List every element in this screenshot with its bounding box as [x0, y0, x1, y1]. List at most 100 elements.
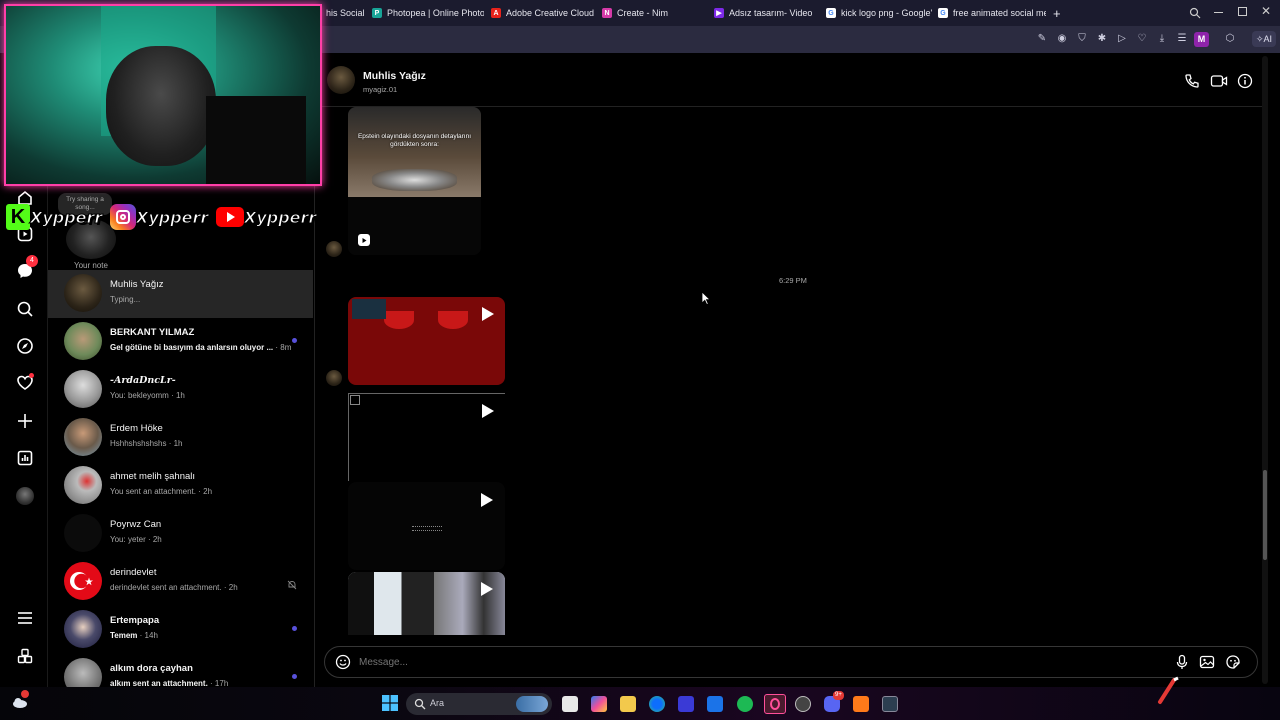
minimize-icon[interactable]	[1214, 12, 1223, 13]
mail-icon[interactable]	[707, 696, 723, 712]
shared-reel[interactable]: Epstein olayındaki dosyanın detaylarını …	[348, 107, 481, 255]
video-content	[384, 311, 414, 329]
edge-icon[interactable]	[649, 696, 665, 712]
store-icon[interactable]	[678, 696, 694, 712]
browser-tab-photopea[interactable]: P Photopea | Online Photo E	[372, 4, 484, 22]
google-icon: G	[938, 8, 948, 18]
avatar	[64, 418, 102, 456]
also-from-meta-icon[interactable]	[16, 647, 34, 665]
video-message[interactable]	[348, 482, 505, 570]
folder-icon[interactable]	[620, 696, 636, 712]
conversation-item[interactable]: Erdem Höke Hshhshshshshs · 1h	[48, 414, 313, 462]
scrollbar-thumb[interactable]	[1263, 470, 1267, 560]
instagram-handle: Xypperr	[110, 203, 209, 231]
reel-image	[372, 169, 457, 191]
download-icon[interactable]: ⤓	[1156, 33, 1168, 45]
adobe-icon: A	[491, 8, 501, 18]
browser-tab-google-social[interactable]: G free animated social media	[938, 4, 1046, 22]
taskbar-search-box[interactable]: Ara	[406, 693, 552, 715]
conversation-preview: You: yeter · 2h	[110, 535, 162, 544]
sender-avatar	[326, 370, 342, 386]
video-message[interactable]	[348, 572, 505, 635]
conversation-preview: Temem · 14h	[110, 631, 158, 640]
conversation-name: ahmet melih şahnalı	[110, 471, 196, 482]
discord-icon[interactable]: 9+	[824, 691, 844, 712]
contact-name[interactable]: Muhlis Yağız	[363, 70, 426, 82]
youtube-username: Xypperr	[243, 207, 317, 227]
close-window-icon[interactable]: ✕	[1261, 5, 1273, 17]
explore-icon[interactable]	[16, 337, 34, 355]
file-explorer-icon[interactable]	[562, 696, 578, 712]
video-message[interactable]	[348, 297, 505, 385]
emoji-icon[interactable]	[335, 654, 351, 670]
conversation-item[interactable]: BERKANT YILMAZ Gel götüne bi basıyım da …	[48, 318, 313, 366]
search-tabs-icon[interactable]	[1189, 6, 1201, 19]
microphone-icon[interactable]	[1175, 654, 1189, 670]
video-message[interactable]	[348, 393, 505, 481]
heart-icon[interactable]	[16, 373, 34, 392]
windows-start-icon[interactable]	[382, 695, 398, 711]
ai-button[interactable]: ✧AI	[1252, 31, 1276, 47]
discord-badge: 9+	[833, 691, 844, 700]
conversation-item[interactable]: Poyrwz Can You: yeter · 2h	[48, 510, 313, 558]
conversation-item[interactable]: derindevlet derindevlet sent an attachme…	[48, 558, 313, 606]
conversation-item[interactable]: -ArdaDncLr- You: bekleyomm · 1h	[48, 366, 313, 414]
edit-icon[interactable]: ✎	[1036, 33, 1048, 45]
shield-icon[interactable]: ⛉	[1076, 33, 1088, 45]
conversation-preview: You: bekleyomm · 1h	[110, 391, 185, 400]
create-icon[interactable]	[16, 412, 34, 430]
conversation-item[interactable]: Muhlis Yağız Typing...	[48, 270, 313, 318]
play-icon[interactable]	[481, 493, 493, 507]
info-icon[interactable]	[1237, 73, 1253, 89]
copilot-icon[interactable]	[591, 696, 607, 712]
phone-call-icon[interactable]	[1184, 73, 1200, 89]
sticker-icon[interactable]	[1225, 654, 1241, 670]
profile-avatar[interactable]: M	[1194, 32, 1209, 47]
messenger-icon[interactable]: 4	[16, 255, 38, 280]
extension-icon[interactable]: ✱	[1096, 33, 1108, 45]
browser-tab-adobe[interactable]: A Adobe Creative Cloud | Pr	[491, 4, 597, 22]
image-upload-icon[interactable]	[1199, 654, 1215, 670]
reels-icon	[357, 233, 371, 247]
browser-tab-social[interactable]: his Social M	[326, 4, 366, 22]
conversation-item[interactable]: ahmet melih şahnalı You sent an attachme…	[48, 462, 313, 510]
conversation-item[interactable]: Ertempapa Temem · 14h	[48, 606, 313, 654]
contact-avatar[interactable]	[327, 66, 355, 94]
app-icon[interactable]	[882, 696, 898, 712]
webcam-overlay	[4, 4, 322, 186]
dashboard-icon[interactable]	[16, 449, 34, 467]
play-icon[interactable]	[481, 582, 493, 596]
play-icon[interactable]: ▷	[1116, 33, 1128, 45]
new-tab-button[interactable]: +	[1053, 4, 1067, 22]
chat-scrollbar[interactable]	[1262, 56, 1268, 684]
play-icon[interactable]	[482, 404, 494, 418]
message-input[interactable]	[359, 653, 1139, 671]
play-icon[interactable]	[482, 307, 494, 321]
steam-icon[interactable]	[795, 696, 811, 712]
opera-gx-icon[interactable]	[764, 694, 786, 714]
search-highlight-image	[516, 696, 548, 712]
video-call-icon[interactable]	[1210, 73, 1228, 89]
restore-icon[interactable]	[1238, 7, 1247, 16]
conversation-preview: Typing...	[110, 295, 141, 304]
browser-tab-google-kick[interactable]: G kick logo png - Google'da	[826, 4, 932, 22]
browser-tab-canva[interactable]: ▶ Adsız tasarım- Video	[714, 4, 818, 22]
menu-icon[interactable]: ☰	[1176, 33, 1188, 45]
weather-icon[interactable]	[11, 690, 29, 711]
browser-tab-nim[interactable]: N Create - Nim	[602, 4, 702, 22]
your-note-label: Your note	[74, 261, 108, 270]
conversation-item[interactable]: alkım dora çayhan alkım sent an attachme…	[48, 654, 313, 687]
brush-decoration-icon	[1156, 676, 1180, 706]
spotify-icon[interactable]	[737, 696, 753, 712]
unread-dot	[292, 338, 297, 343]
heart-icon[interactable]: ♡	[1136, 33, 1148, 45]
profile-avatar[interactable]	[16, 487, 34, 505]
search-icon[interactable]	[16, 300, 34, 318]
app-icon[interactable]	[853, 696, 869, 712]
more-menu-icon[interactable]	[16, 609, 34, 627]
camera-icon[interactable]: ◉	[1056, 33, 1068, 45]
tab-label: Adobe Creative Cloud | Pr	[506, 8, 597, 18]
avatar	[64, 370, 102, 408]
tab-label: kick logo png - Google'da	[841, 8, 932, 18]
box-icon[interactable]: ⬡	[1224, 33, 1236, 45]
